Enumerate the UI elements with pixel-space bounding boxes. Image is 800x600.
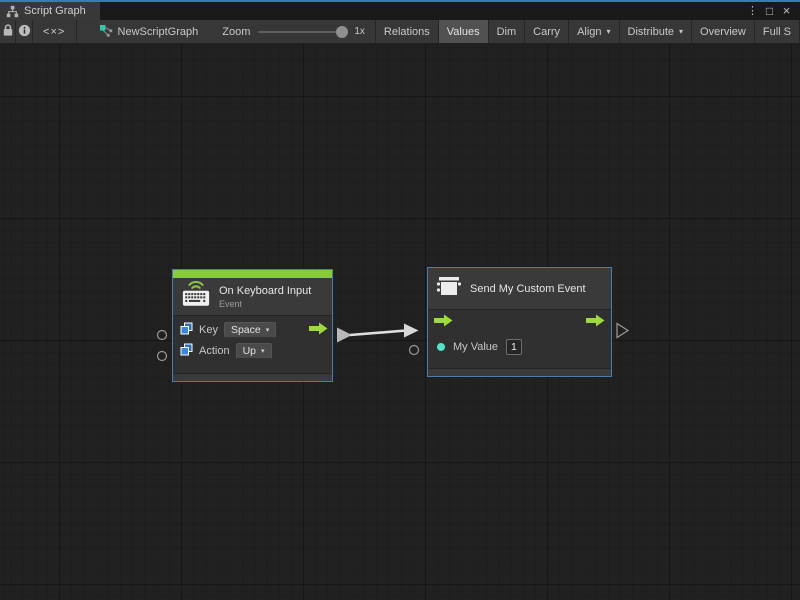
action-dropdown[interactable]: Up ▾ <box>236 343 272 359</box>
keyboard-icon <box>181 281 211 312</box>
lock-icon <box>2 23 14 40</box>
type-icon <box>180 322 193 338</box>
tab-title: Script Graph <box>24 5 86 17</box>
port-label: My Value <box>453 341 498 353</box>
script-graph-window: Script Graph ⋮ □ × <box>0 0 800 600</box>
close-icon[interactable]: × <box>779 3 794 19</box>
port-my-value-input[interactable] <box>410 346 419 355</box>
graph-canvas[interactable]: On Keyboard Input Event Key Space ▾ <box>0 44 800 600</box>
node-body: My Value 1 <box>428 310 611 368</box>
relations-toggle[interactable]: Relations <box>376 20 439 43</box>
zoom-slider-handle[interactable] <box>336 26 348 38</box>
generate-code-button[interactable]: <×> <box>33 20 77 43</box>
flow-row <box>428 310 611 335</box>
chevron-down-icon: ▾ <box>607 27 611 36</box>
type-icon <box>180 343 193 359</box>
chevron-down-icon: ▾ <box>261 347 265 355</box>
control-output-arrow-icon[interactable] <box>309 322 328 338</box>
zoom-control: Zoom 1x <box>222 20 376 43</box>
distribute-dropdown[interactable]: Distribute ▾ <box>620 20 692 43</box>
chevron-down-icon: ▾ <box>266 326 270 334</box>
key-dropdown[interactable]: Space ▾ <box>224 322 276 338</box>
script-graph-asset-icon <box>99 23 113 40</box>
node-header: Send My Custom Event <box>428 268 611 310</box>
wire-layer <box>0 44 800 600</box>
port-row-action: Action Up ▾ <box>173 340 332 361</box>
tab-script-graph[interactable]: Script Graph <box>0 2 100 20</box>
dim-toggle[interactable]: Dim <box>489 20 526 43</box>
my-value-input[interactable]: 1 <box>506 339 522 355</box>
event-accent-strip <box>173 270 332 278</box>
port-label: Action <box>199 345 230 357</box>
port-key-input[interactable] <box>158 331 167 340</box>
node-body: Key Space ▾ <box>173 316 332 373</box>
overview-button[interactable]: Overview <box>692 20 755 43</box>
zoom-value: 1x <box>354 26 365 37</box>
zoom-label: Zoom <box>222 26 250 38</box>
action-dropdown-value: Up <box>243 345 256 357</box>
lock-button[interactable] <box>0 20 16 43</box>
node-footer <box>428 368 611 376</box>
carry-toggle[interactable]: Carry <box>525 20 569 43</box>
node-header: On Keyboard Input Event <box>173 278 332 316</box>
maximize-icon[interactable]: □ <box>762 3 777 19</box>
control-input-arrow-icon[interactable] <box>434 314 453 332</box>
graph-asset-reference[interactable]: NewScriptGraph <box>89 20 209 43</box>
port-label: Key <box>199 324 218 336</box>
value-port-icon <box>437 343 445 351</box>
node-send-my-custom-event[interactable]: Send My Custom Event <box>427 267 612 377</box>
values-toggle[interactable]: Values <box>439 20 489 43</box>
distribute-label: Distribute <box>628 26 674 38</box>
hierarchy-icon <box>6 5 19 18</box>
graph-toolbar: <×> NewScriptGraph Zoom 1x Relations Val… <box>0 20 800 44</box>
port-row-my-value: My Value 1 <box>428 335 611 358</box>
connection-keyboard-to-event[interactable] <box>337 324 419 343</box>
port-row-key: Key Space ▾ <box>173 319 332 340</box>
info-icon <box>18 24 31 40</box>
graph-asset-name: NewScriptGraph <box>118 26 199 38</box>
control-output-arrow-icon[interactable] <box>586 314 605 332</box>
node-on-keyboard-input[interactable]: On Keyboard Input Event Key Space ▾ <box>172 269 333 382</box>
align-dropdown[interactable]: Align ▾ <box>569 20 619 43</box>
unit-icon <box>436 274 462 303</box>
port-event-output[interactable] <box>617 324 628 338</box>
key-dropdown-value: Space <box>231 324 261 336</box>
node-footer <box>173 373 332 381</box>
node-title: Send My Custom Event <box>470 283 586 295</box>
window-controls: ⋮ □ × <box>745 2 800 20</box>
node-subtitle: Event <box>219 299 311 309</box>
align-label: Align <box>577 26 601 38</box>
chevron-down-icon: ▾ <box>679 27 683 36</box>
full-screen-button[interactable]: Full S <box>755 20 800 43</box>
window-menu-icon[interactable]: ⋮ <box>745 3 760 19</box>
port-action-input[interactable] <box>158 352 167 361</box>
info-button[interactable] <box>16 20 32 43</box>
zoom-slider[interactable] <box>258 31 346 33</box>
tab-bar: Script Graph ⋮ □ × <box>0 2 800 20</box>
node-title: On Keyboard Input <box>219 285 311 297</box>
